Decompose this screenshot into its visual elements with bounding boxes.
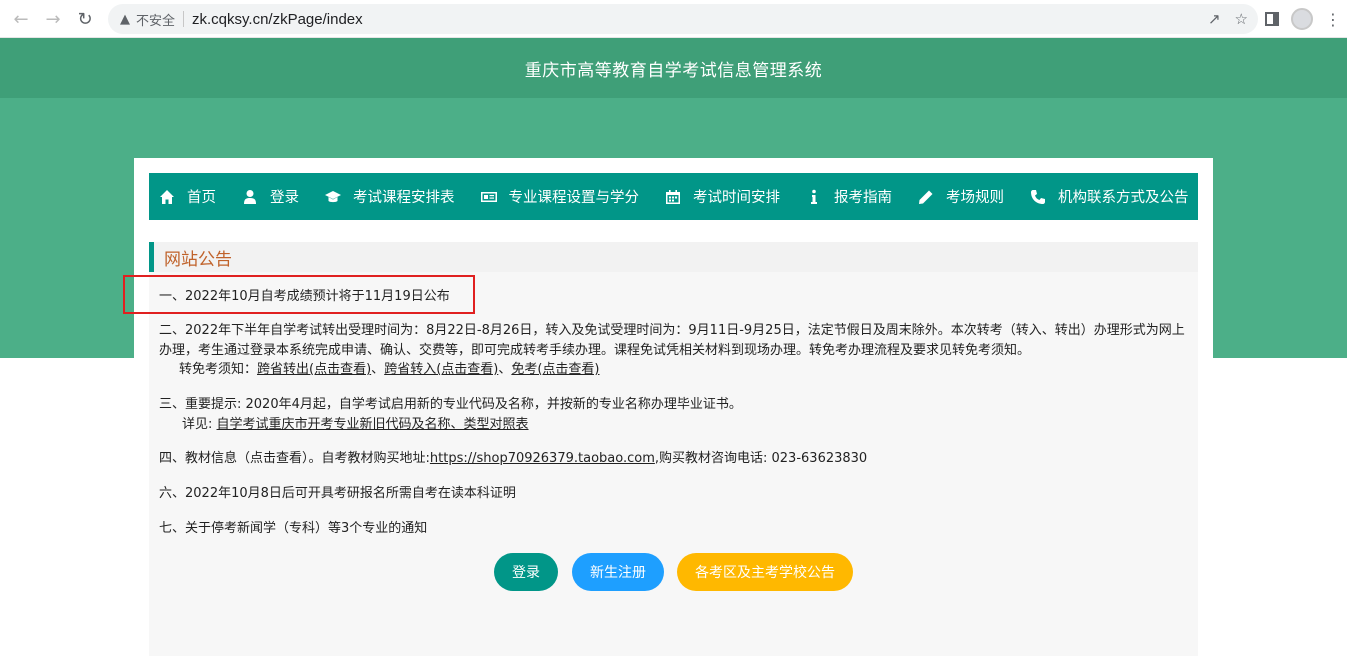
site-title: 重庆市高等教育自学考试信息管理系统 xyxy=(524,60,823,81)
link-transfer-in[interactable]: 跨省转入(点击查看) xyxy=(384,362,498,377)
share-icon[interactable]: ↗ xyxy=(1208,10,1221,28)
register-button[interactable]: 新生注册 xyxy=(572,553,664,591)
address-bar[interactable]: ▲ 不安全 zk.cqksy.cn/zkPage/index ↗ ☆ xyxy=(108,4,1258,34)
browser-right-controls: ⋮ xyxy=(1265,0,1347,38)
exam-area-notice-button[interactable]: 各考区及主考学校公告 xyxy=(677,553,853,591)
forward-button[interactable]: → xyxy=(40,6,66,32)
main-menu: 首页 登录 考试课程安排表 专业课程设置与学分 考试时间安排 报考指南 考场规则 xyxy=(149,173,1198,220)
menu-item-label: 首页 xyxy=(187,190,216,206)
link-major-code-table[interactable]: 自学考试重庆市开考专业新旧代码及名称、类型对照表 xyxy=(217,417,529,432)
calendar-icon xyxy=(666,189,680,204)
star-icon[interactable]: ☆ xyxy=(1235,10,1248,28)
notice-7[interactable]: 七、关于停考新闻学（专科）等3个专业的通知 xyxy=(159,519,1189,539)
separator: 、 xyxy=(498,362,512,377)
omnibox-divider xyxy=(183,11,185,27)
menu-item-label: 机构联系方式及公告 xyxy=(1058,190,1189,206)
notice-sub-label: 详见: xyxy=(182,416,217,432)
login-button[interactable]: 登录 xyxy=(494,553,558,591)
notice-1[interactable]: 一、2022年10月自考成绩预计将于11月19日公布 xyxy=(159,287,1189,307)
notice-text: 二、2022年下半年自学考试转出受理时间为：8月22日-8月26日，转入及免试受… xyxy=(159,323,1185,358)
back-button[interactable]: ← xyxy=(8,6,34,32)
menu-item-exam-schedule[interactable]: 考试课程安排表 xyxy=(325,173,455,220)
link-transfer-out[interactable]: 跨省转出(点击查看) xyxy=(257,362,371,377)
side-panel-icon[interactable] xyxy=(1265,12,1279,26)
menu-item-exam-time[interactable]: 考试时间安排 xyxy=(665,173,780,220)
notice-6[interactable]: 六、2022年10月8日后可开具考研报名所需自考在读本科证明 xyxy=(159,484,1189,504)
insecure-label: 不安全 xyxy=(136,13,176,29)
notice-text: 七、关于停考新闻学（专科）等3个专业的通知 xyxy=(159,521,428,536)
graduation-cap-icon xyxy=(325,190,341,202)
phone-icon xyxy=(1031,189,1045,204)
arrow-right-icon: → xyxy=(45,8,61,30)
announcement-list: 一、2022年10月自考成绩预计将于11月19日公布 二、2022年下半年自学考… xyxy=(149,272,1198,656)
notice-2: 二、2022年下半年自学考试转出受理时间为：8月22日-8月26日，转入及免试受… xyxy=(159,321,1189,380)
profile-avatar[interactable] xyxy=(1291,8,1313,30)
menu-item-guide[interactable]: 报考指南 xyxy=(806,173,892,220)
main-card: 首页 登录 考试课程安排表 专业课程设置与学分 考试时间安排 报考指南 考场规则 xyxy=(123,158,1213,656)
menu-item-home[interactable]: 首页 xyxy=(159,173,216,220)
menu-item-label: 专业课程设置与学分 xyxy=(508,190,640,206)
menu-item-login[interactable]: 登录 xyxy=(242,173,299,220)
reload-button[interactable]: ↻ xyxy=(72,6,98,32)
notice-sub-label: 转免考须知： xyxy=(179,362,258,377)
browser-toolbar: ← → ↻ ▲ 不安全 zk.cqksy.cn/zkPage/index ↗ ☆… xyxy=(0,0,1347,38)
announcement-header: 网站公告 xyxy=(149,242,1198,272)
notice-text: 四、教材信息（点击查看）。自考教材购买地址: xyxy=(159,451,430,466)
reload-icon: ↻ xyxy=(77,8,93,30)
home-icon xyxy=(160,189,174,204)
arrow-left-icon: ← xyxy=(13,8,29,30)
notice-4[interactable]: 四、教材信息（点击查看）。自考教材购买地址:https://shop709263… xyxy=(159,449,1189,469)
pencil-icon xyxy=(919,190,933,204)
section-title: 网站公告 xyxy=(164,249,232,270)
notice-text: ,购买教材咨询电话: 023-63623830 xyxy=(654,451,868,466)
menu-item-label: 考试时间安排 xyxy=(693,190,780,206)
link-exemption[interactable]: 免考(点击查看) xyxy=(511,362,599,377)
menu-item-contact[interactable]: 机构联系方式及公告 xyxy=(1030,173,1189,220)
warning-icon: ▲ xyxy=(120,11,130,27)
omnibox-actions: ↗ ☆ xyxy=(1208,4,1248,34)
menu-item-major-courses[interactable]: 专业课程设置与学分 xyxy=(480,173,640,220)
user-icon xyxy=(244,189,256,204)
more-menu-icon[interactable]: ⋮ xyxy=(1325,10,1341,29)
menu-item-label: 报考指南 xyxy=(834,190,892,206)
link-textbook-shop[interactable]: https://shop70926379.taobao.com xyxy=(430,451,655,466)
notice-text: 一、2022年10月自考成绩预计将于11月19日公布 xyxy=(159,289,450,304)
menu-item-label: 考试课程安排表 xyxy=(353,190,455,206)
action-buttons: 登录 新生注册 各考区及主考学校公告 xyxy=(134,553,1213,591)
url-text[interactable]: zk.cqksy.cn/zkPage/index xyxy=(192,11,363,28)
notice-text: 六、2022年10月8日后可开具考研报名所需自考在读本科证明 xyxy=(159,486,516,501)
info-icon xyxy=(811,189,817,204)
id-card-icon xyxy=(480,191,497,202)
menu-item-label: 登录 xyxy=(270,190,299,206)
menu-item-rules[interactable]: 考场规则 xyxy=(918,173,1004,220)
separator: 、 xyxy=(371,362,385,377)
site-header: 重庆市高等教育自学考试信息管理系统 xyxy=(0,38,1347,98)
menu-item-label: 考场规则 xyxy=(946,190,1004,206)
notice-text: 三、重要提示: 2020年4月起，自学考试启用新的专业代码及名称，并按新的专业名… xyxy=(159,397,742,412)
notice-3: 三、重要提示: 2020年4月起，自学考试启用新的专业代码及名称，并按新的专业名… xyxy=(159,395,1189,434)
